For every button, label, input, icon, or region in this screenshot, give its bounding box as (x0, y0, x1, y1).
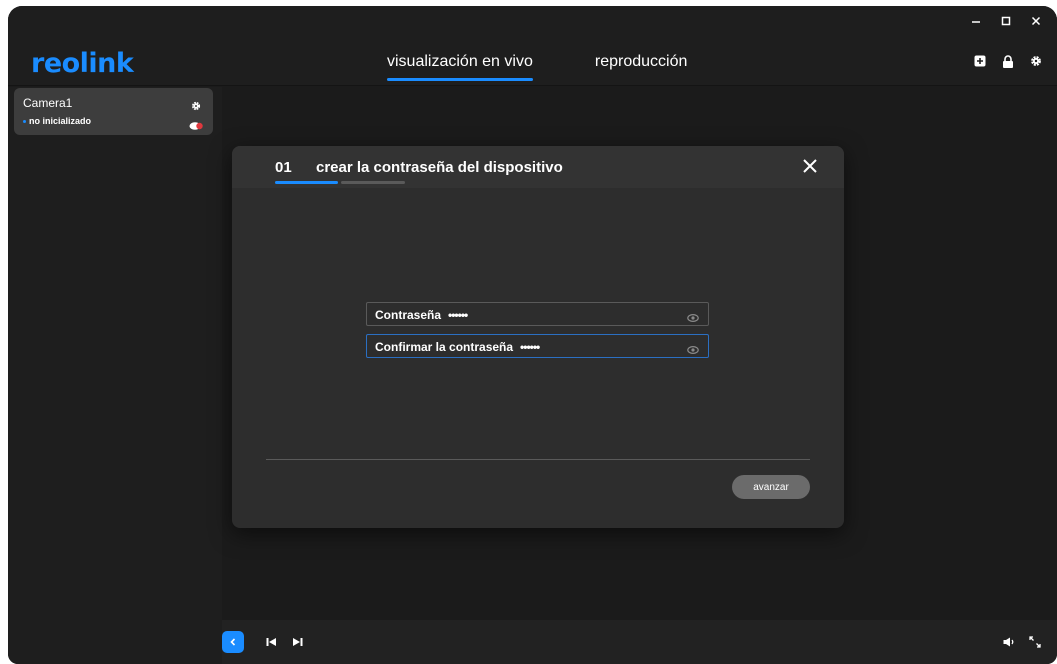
password-label: Contraseña (375, 308, 442, 322)
volume-icon[interactable] (1002, 635, 1016, 649)
dialog-divider (266, 459, 810, 460)
title-bar (8, 6, 1057, 38)
playback-toolbar (222, 620, 1057, 664)
step-progress-inactive (341, 181, 405, 184)
main-tabs: visualización en vivo reproducción (387, 38, 749, 86)
show-password-eye-icon[interactable] (687, 310, 699, 323)
next-icon[interactable] (290, 635, 304, 649)
tab-playback[interactable]: reproducción (595, 38, 688, 86)
add-device-icon[interactable] (973, 54, 987, 68)
device-sidebar: Camera1 no inicializado (8, 87, 222, 620)
device-card-camera1[interactable]: Camera1 no inicializado (14, 88, 213, 135)
tab-live-view[interactable]: visualización en vivo (387, 38, 533, 86)
confirm-password-label: Confirmar la contraseña (375, 340, 514, 354)
password-value: •••••• (448, 308, 468, 322)
step-number: 01 (275, 159, 292, 176)
next-button[interactable]: avanzar (732, 475, 810, 499)
close-dialog-icon[interactable] (802, 158, 818, 174)
confirm-password-field[interactable]: Confirmar la contraseña •••••• (366, 334, 709, 358)
app-header: reolink visualización en vivo reproducci… (8, 38, 1057, 86)
device-status-text: no inicializado (29, 116, 92, 126)
header-actions (973, 54, 1043, 68)
cloud-warning-icon (189, 117, 203, 130)
device-status: no inicializado (23, 116, 91, 126)
step-progress-active (275, 181, 338, 184)
collapse-sidebar-button[interactable] (222, 631, 244, 653)
password-field[interactable]: Contraseña •••••• (366, 302, 709, 326)
dialog-header: 01 crear la contraseña del dispositivo (232, 146, 844, 188)
app-window: reolink visualización en vivo reproducci… (8, 6, 1057, 664)
fullscreen-icon[interactable] (1028, 635, 1042, 649)
sidebar-footer (8, 620, 222, 664)
window-controls (969, 14, 1043, 28)
confirm-password-value: •••••• (520, 340, 540, 354)
device-settings-icon[interactable] (191, 98, 201, 111)
lock-icon[interactable] (1001, 54, 1015, 68)
dialog-title: crear la contraseña del dispositivo (316, 159, 563, 176)
settings-gear-icon[interactable] (1029, 54, 1043, 68)
reolink-logo: reolink (31, 48, 134, 79)
password-field-content: Contraseña •••••• (375, 308, 468, 322)
minimize-icon[interactable] (969, 14, 983, 28)
device-name: Camera1 (23, 96, 73, 110)
create-password-dialog: 01 crear la contraseña del dispositivo C… (232, 146, 844, 528)
close-window-icon[interactable] (1029, 14, 1043, 28)
maximize-icon[interactable] (999, 14, 1013, 28)
status-dot-icon (23, 119, 26, 123)
show-confirm-password-eye-icon[interactable] (687, 342, 699, 355)
previous-icon[interactable] (264, 635, 278, 649)
confirm-password-field-content: Confirmar la contraseña •••••• (375, 340, 540, 354)
